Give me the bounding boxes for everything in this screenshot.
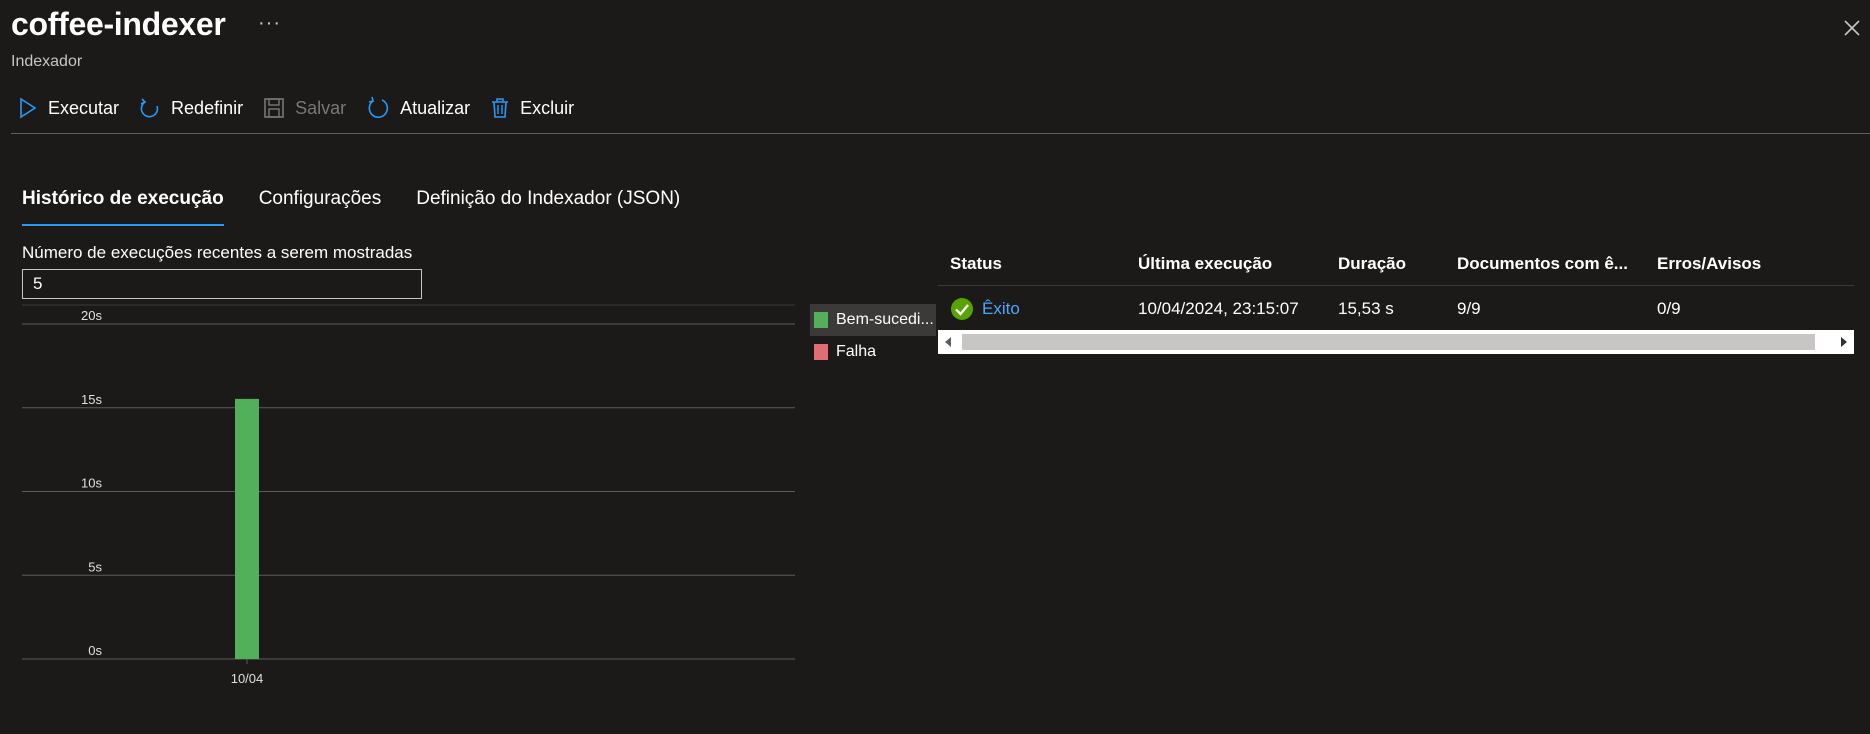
success-check-icon	[951, 297, 973, 320]
y-tick-label: 15s	[81, 392, 102, 407]
column-header-last-run[interactable]: Última execução	[1138, 254, 1338, 274]
page-subtitle: Indexador	[11, 53, 83, 70]
column-header-status[interactable]: Status	[938, 254, 1138, 274]
status-cell: Êxito	[938, 297, 1138, 321]
y-tick-label: 0s	[88, 643, 102, 658]
column-header-documents[interactable]: Documentos com ê...	[1457, 254, 1657, 274]
close-icon[interactable]	[1838, 14, 1866, 42]
legend-item-failure[interactable]: Falha	[810, 336, 936, 368]
toolbar: Executar Redefinir Salvar Atualizar Excl…	[18, 96, 594, 120]
tab-bar: Histórico de execução Configurações Defi…	[22, 188, 715, 226]
legend-swatch-failure	[814, 344, 828, 360]
delete-icon	[492, 98, 509, 118]
save-icon	[264, 98, 284, 118]
column-header-errors[interactable]: Erros/Avisos	[1657, 254, 1854, 274]
status-link[interactable]: Êxito	[982, 299, 1020, 319]
tab-indexer-definition-json[interactable]: Definição do Indexador (JSON)	[416, 188, 680, 226]
run-history-table: Status Última execução Duração Documento…	[938, 243, 1854, 331]
run-history-chart: 0s 5s 10s 15s 20s 10/04	[22, 304, 795, 686]
refresh-icon	[368, 96, 389, 119]
table-header: Status Última execução Duração Documento…	[938, 243, 1854, 286]
recent-runs-label: Número de execuções recentes a serem mos…	[22, 243, 413, 262]
bar-success[interactable]	[235, 398, 259, 659]
legend-item-success[interactable]: Bem-sucedi...	[810, 304, 936, 336]
save-label: Salvar	[295, 97, 347, 118]
save-button[interactable]: Salvar	[263, 97, 346, 119]
refresh-button[interactable]: Atualizar	[366, 96, 470, 120]
page-title: coffee-indexer	[11, 6, 226, 42]
refresh-label: Atualizar	[400, 97, 471, 118]
tab-run-history[interactable]: Histórico de execução	[22, 188, 224, 226]
play-icon	[20, 97, 37, 119]
x-tick-label: 10/04	[231, 671, 264, 686]
scrollbar-thumb[interactable]	[962, 334, 1815, 350]
last-run-cell: 10/04/2024, 23:15:07	[1138, 298, 1299, 318]
y-tick-label: 10s	[81, 476, 102, 491]
errors-cell: 0/9	[1657, 298, 1681, 318]
scroll-left-arrow-icon[interactable]	[943, 336, 953, 348]
documents-cell: 9/9	[1457, 298, 1481, 318]
reset-button[interactable]: Redefinir	[139, 96, 243, 120]
delete-button[interactable]: Excluir	[490, 97, 574, 119]
run-button[interactable]: Executar	[18, 97, 119, 119]
reset-label: Redefinir	[171, 97, 244, 118]
legend-label-success: Bem-sucedi...	[836, 311, 934, 328]
legend-swatch-success	[814, 312, 828, 328]
legend-label-failure: Falha	[836, 343, 877, 360]
more-options-button[interactable]: ···	[258, 12, 281, 35]
table-row[interactable]: Êxito 10/04/2024, 23:15:07 15,53 s 9/9 0…	[938, 286, 1854, 331]
reset-icon	[140, 98, 159, 118]
recent-runs-input[interactable]: 5	[22, 269, 422, 299]
column-header-duration[interactable]: Duração	[1338, 254, 1457, 274]
toolbar-divider	[11, 133, 1870, 134]
duration-cell: 15,53 s	[1338, 298, 1394, 318]
run-label: Executar	[48, 97, 120, 118]
tab-settings[interactable]: Configurações	[259, 188, 382, 226]
delete-label: Excluir	[520, 97, 575, 118]
chart-legend: Bem-sucedi... Falha	[810, 304, 936, 368]
y-tick-label: 5s	[88, 559, 102, 574]
y-tick-label: 20s	[81, 308, 102, 323]
scroll-right-arrow-icon[interactable]	[1839, 336, 1849, 348]
